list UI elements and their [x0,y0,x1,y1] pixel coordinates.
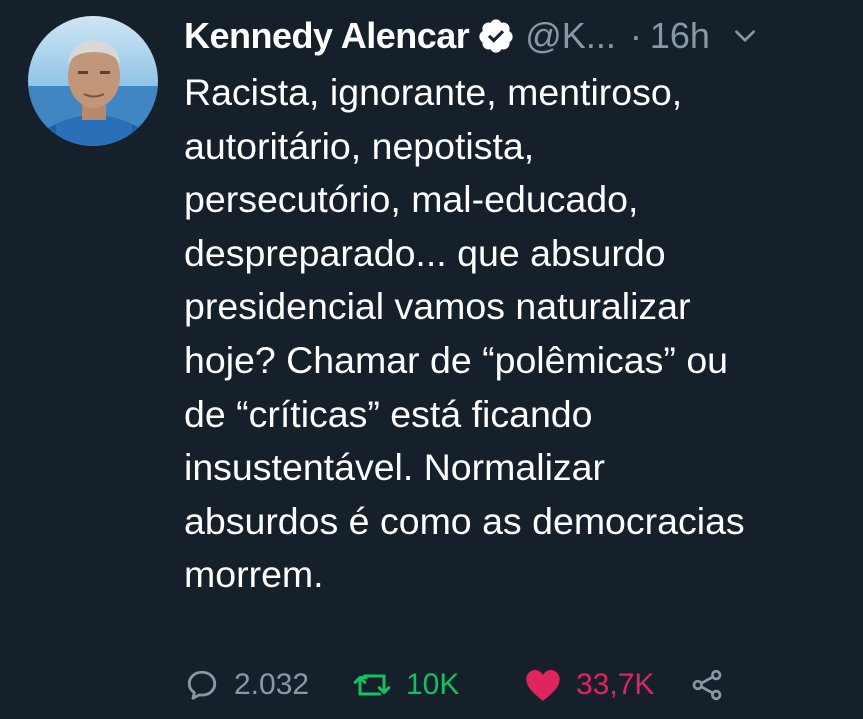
tweet-text-line: insustentável. Normalizar [184,446,605,489]
tweet-text-line: despreparado... que absurdo [184,231,666,274]
author-handle[interactable]: @K... [525,15,616,57]
retweet-button[interactable]: 10K [352,662,459,708]
tweet-text-line: hoje? Chamar de “polêmicas” ou [184,338,729,381]
reply-button[interactable]: 2.032 [184,662,309,708]
retweet-icon [352,667,392,703]
like-button[interactable]: 33,7K [524,662,654,708]
verified-badge-icon [477,17,515,55]
author-name[interactable]: Kennedy Alencar [184,15,470,57]
tweet-text-line: absurdos é como as democracias [184,499,745,542]
avatar-photo [28,16,158,146]
tweet-text-line: presidencial vamos naturalizar [184,285,691,328]
share-button[interactable] [690,662,724,708]
avatar[interactable] [28,16,158,146]
tweet-text-line: Racista, ignorante, mentiroso, [184,71,683,113]
tweet-text: Racista, ignorante, mentiroso, autoritár… [184,66,854,602]
chevron-down-icon[interactable] [732,23,758,49]
retweet-count: 10K [406,668,460,701]
share-icon [690,668,724,702]
timestamp[interactable]: 16h [650,15,710,57]
tweet-actions: 2.032 10K 33,7K [184,662,784,708]
separator-dot: · [629,15,642,56]
tweet-text-line: autoritário, nepotista, [184,124,535,167]
tweet-header: Kennedy Alencar @K... · 16h [184,8,758,64]
tweet-text-line: de “críticas” está ficando [184,392,593,435]
reply-icon [184,667,220,703]
reply-count: 2.032 [234,668,310,701]
tweet-text-line: persecutório, mal-educado, [184,178,639,221]
heart-icon [524,667,562,703]
like-count: 33,7K [576,668,655,701]
tweet-text-line: morrem. [184,553,324,596]
